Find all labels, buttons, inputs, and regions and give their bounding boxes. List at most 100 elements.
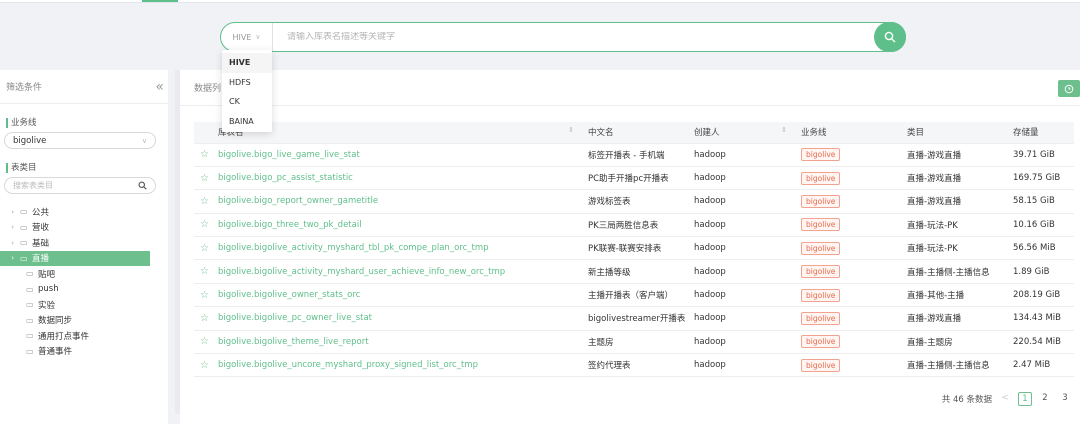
- storage-cell: 134.43 MiB: [1013, 313, 1061, 324]
- table-row[interactable]: ☆ bigolive.bigolive_activity_myshard_user…: [194, 259, 1074, 284]
- business-line-label: 业务线: [6, 118, 168, 128]
- caret-right-icon[interactable]: ›: [0, 208, 20, 216]
- storage-cell: 10.16 GiB: [1013, 219, 1055, 230]
- search-icon: [138, 181, 147, 190]
- prev-page-button[interactable]: <: [998, 392, 1012, 406]
- tree-item-live[interactable]: › ▭ 直播: [0, 250, 150, 266]
- creator-cell: hadoop: [694, 360, 726, 371]
- column-header-creator[interactable]: 创建人 ⇕: [688, 122, 795, 144]
- dropdown-option-baina[interactable]: BAINA: [222, 112, 272, 132]
- caret-right-icon[interactable]: ›: [0, 254, 20, 262]
- caret-right-icon[interactable]: ›: [0, 223, 20, 231]
- star-icon[interactable]: ☆: [194, 353, 212, 378]
- chinese-name-cell: PK三局两胜信息表: [588, 220, 659, 231]
- history-button[interactable]: [1058, 80, 1080, 97]
- search-input[interactable]: [273, 32, 874, 42]
- table-row[interactable]: ☆ bigolive.bigolive_pc_owner_live_stat big…: [194, 306, 1074, 331]
- search-type-select[interactable]: HIVE ∨: [221, 23, 273, 51]
- table-name-link[interactable]: bigolive.bigo_report_owner_gametitle: [218, 196, 378, 206]
- tree-item-common-events[interactable]: ▭ 通用打点事件: [0, 328, 168, 344]
- search-button[interactable]: [874, 22, 906, 52]
- table-list: 库表名 ⇕ 中文名 创建人 ⇕ 业务线 类目 存储量 ☆ bigolive.big…: [194, 122, 1074, 378]
- column-header-chinese-name: 中文名: [582, 122, 688, 144]
- storage-cell: 220.54 MiB: [1013, 336, 1061, 347]
- category-search-input[interactable]: 搜索表类目: [4, 177, 156, 194]
- table-row[interactable]: ☆ bigolive.bigolive_owner_stats_orc 主播开播表（…: [194, 283, 1074, 308]
- creator-cell: hadoop: [694, 290, 726, 301]
- tree-item-label: push: [38, 284, 59, 295]
- table-row[interactable]: ☆ bigolive.bigolive_uncore_myshard_proxy_…: [194, 353, 1074, 378]
- star-icon[interactable]: ☆: [194, 143, 212, 167]
- tree-item-basic[interactable]: › ▭ 基础: [0, 235, 168, 251]
- chinese-name-cell: bigolivestreamer开播表: [588, 314, 686, 325]
- chinese-name-cell: 标签开播表 - 手机端: [588, 150, 665, 161]
- tree-item-label: 营收: [32, 223, 50, 234]
- table-name-link[interactable]: bigolive.bigo_pc_assist_statistic: [218, 173, 353, 183]
- search-type-dropdown: HIVE HDFS CK BAINA: [222, 50, 272, 132]
- table-name-link[interactable]: bigolive.bigolive_activity_myshard_user_…: [218, 267, 505, 277]
- table-name-link[interactable]: bigolive.bigo_three_two_pk_detail: [218, 220, 362, 230]
- tree-item-push[interactable]: ▭ push: [0, 282, 168, 298]
- dropdown-option-hdfs[interactable]: HDFS: [222, 73, 272, 93]
- tree-item-label: 基础: [32, 238, 50, 249]
- tree-item-data-sync[interactable]: ▭ 数据同步: [0, 313, 168, 329]
- table-name-link[interactable]: bigolive.bigolive_uncore_myshard_proxy_s…: [218, 360, 478, 370]
- category-cell: 直播-主播侧-主播信息: [907, 267, 990, 278]
- page-button-3[interactable]: 3: [1058, 392, 1072, 406]
- page-button-1[interactable]: 1: [1018, 392, 1032, 406]
- tree-item-tieba[interactable]: ▭ 贴吧: [0, 266, 168, 282]
- star-icon[interactable]: ☆: [194, 306, 212, 331]
- table-name-link[interactable]: bigolive.bigolive_owner_stats_orc: [218, 290, 360, 300]
- sort-icon[interactable]: ⇕: [568, 126, 574, 134]
- star-icon[interactable]: ☆: [194, 236, 212, 261]
- creator-cell: hadoop: [694, 149, 726, 160]
- tree-item-normal-events[interactable]: ▭ 普通事件: [0, 344, 168, 360]
- star-icon[interactable]: ☆: [194, 283, 212, 308]
- pagination: 共 46 条数据 < 1 2 3: [942, 392, 1072, 406]
- clock-icon: [1064, 84, 1074, 93]
- dropdown-option-hive[interactable]: HIVE: [222, 53, 272, 73]
- table-name-link[interactable]: bigolive.bigolive_pc_owner_live_stat: [218, 313, 372, 323]
- sort-icon[interactable]: ⇕: [781, 126, 787, 134]
- table-row[interactable]: ☆ bigolive.bigo_report_owner_gametitle 游戏标…: [194, 189, 1074, 214]
- dropdown-option-ck[interactable]: CK: [222, 92, 272, 112]
- folder-icon: ▭: [20, 207, 28, 217]
- filter-sidebar: 筛选条件 « 业务线 bigolive ∨ 表类目 搜索表类目 › ▭ 公共 ›…: [0, 70, 168, 424]
- star-icon[interactable]: ☆: [194, 259, 212, 284]
- table-name-link[interactable]: bigolive.bigolive_activity_myshard_tbl_p…: [218, 243, 489, 253]
- category-search-placeholder: 搜索表类目: [13, 181, 53, 190]
- collapse-icon[interactable]: «: [155, 79, 163, 95]
- star-icon[interactable]: ☆: [194, 166, 212, 191]
- star-icon[interactable]: ☆: [194, 330, 212, 355]
- star-icon[interactable]: ☆: [194, 213, 212, 238]
- page-button-2[interactable]: 2: [1038, 392, 1052, 406]
- business-line-tag: bigolive: [801, 194, 841, 208]
- storage-cell: 58.15 GiB: [1013, 196, 1055, 207]
- table-row[interactable]: ☆ bigolive.bigolive_activity_myshard_tbl_…: [194, 236, 1074, 261]
- creator-cell: hadoop: [694, 266, 726, 277]
- table-row[interactable]: ☆ bigolive.bigo_pc_assist_statistic PC助手开播…: [194, 166, 1074, 191]
- creator-cell: hadoop: [694, 313, 726, 324]
- business-line-select[interactable]: bigolive ∨: [4, 132, 156, 149]
- table-row[interactable]: ☆ bigolive.bigo_three_two_pk_detail PK三局两胜…: [194, 213, 1074, 238]
- tree-item-revenue[interactable]: › ▭ 营收: [0, 220, 168, 236]
- column-header-category: 类目: [901, 122, 1007, 144]
- table-row[interactable]: ☆ bigolive.bigolive_theme_live_report 主题房 h…: [194, 330, 1074, 355]
- column-header-storage: 存储量: [1007, 122, 1074, 144]
- table-name-link[interactable]: bigolive.bigolive_theme_live_report: [218, 337, 369, 347]
- column-header-business-line: 业务线: [795, 122, 901, 144]
- table-row[interactable]: ☆ bigolive.bigo_live_game_live_stat 标签开播表 …: [194, 143, 1074, 167]
- creator-cell: hadoop: [694, 243, 726, 254]
- tree-item-experiment[interactable]: ▭ 实验: [0, 297, 168, 313]
- storage-cell: 1.89 GiB: [1013, 266, 1050, 277]
- caret-right-icon[interactable]: ›: [0, 239, 20, 247]
- sidebar-title: 筛选条件: [6, 83, 43, 93]
- star-icon[interactable]: ☆: [194, 189, 212, 214]
- table-list-panel: 数据列 库表名 ⇕ 中文名 创建人 ⇕ 业务线 类目 存储量 ☆ bigoliv…: [180, 70, 1080, 424]
- folder-icon: ▭: [20, 222, 28, 232]
- table-name-link[interactable]: bigolive.bigo_live_game_live_stat: [218, 150, 360, 160]
- business-line-tag: bigolive: [801, 311, 841, 325]
- tree-item-public[interactable]: › ▭ 公共: [0, 204, 168, 220]
- search-icon: [884, 31, 896, 43]
- category-cell: 直播-主播侧-主播信息: [907, 361, 990, 372]
